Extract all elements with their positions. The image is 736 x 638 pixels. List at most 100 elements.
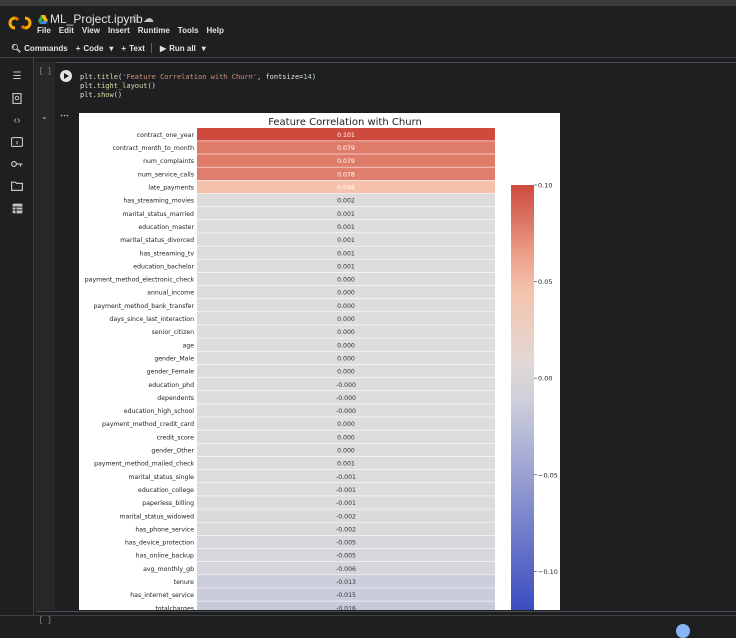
cell-value: -0.002 bbox=[336, 513, 356, 520]
chevron-down-icon[interactable]: ▾ bbox=[109, 44, 113, 53]
cell-value: 0.001 bbox=[337, 211, 355, 218]
cell-value: 0.001 bbox=[337, 461, 355, 468]
commands-label: Commands bbox=[24, 43, 68, 53]
menu-edit[interactable]: Edit bbox=[59, 26, 74, 35]
cell-value: -0.001 bbox=[336, 474, 356, 481]
svg-text:x: x bbox=[16, 141, 19, 147]
colorbar-tick-label: −0.10 bbox=[538, 568, 558, 576]
cell-value: 0.000 bbox=[337, 316, 355, 323]
row-label: education_high_school bbox=[124, 408, 194, 415]
text-label: Text bbox=[129, 43, 145, 53]
row-label: education_college bbox=[138, 487, 194, 494]
cell-value: 0.000 bbox=[337, 434, 355, 441]
heatmap-chart: Feature Correlation with Churn contract_o… bbox=[85, 117, 558, 610]
cell-value: 0.101 bbox=[337, 132, 355, 139]
cell-value: 0.001 bbox=[337, 263, 355, 270]
menu-help[interactable]: Help bbox=[207, 26, 224, 35]
row-label: has_streaming_movies bbox=[123, 198, 194, 205]
files-icon[interactable] bbox=[11, 180, 23, 192]
row-label: age bbox=[182, 342, 194, 349]
cell-value: 0.001 bbox=[337, 237, 355, 244]
row-label: num_complaints bbox=[143, 158, 194, 165]
cell-value: 0.000 bbox=[337, 303, 355, 310]
row-label: marital_status_divorced bbox=[120, 237, 194, 244]
cell-value: -0.016 bbox=[336, 605, 356, 610]
cell-value: 0.002 bbox=[337, 198, 355, 205]
colorbar-tick-label: −0.05 bbox=[538, 471, 558, 479]
commands-button[interactable]: 🔍︎ Commands bbox=[11, 44, 68, 53]
add-code-button[interactable]: + Code ▾ bbox=[76, 44, 114, 53]
menu-tools[interactable]: Tools bbox=[178, 26, 199, 35]
play-icon bbox=[64, 73, 69, 79]
menu-runtime[interactable]: Runtime bbox=[138, 26, 170, 35]
terminal-icon[interactable] bbox=[11, 202, 23, 214]
row-label: gender_Male bbox=[154, 355, 194, 362]
notebook-title[interactable]: ML_Project.ipynb bbox=[50, 12, 143, 26]
cell-value: -0.001 bbox=[336, 500, 356, 507]
colorbar bbox=[511, 185, 534, 610]
variables-icon[interactable]: x bbox=[11, 136, 23, 148]
play-icon: ▶ bbox=[159, 43, 167, 53]
row-label: education_master bbox=[138, 224, 194, 231]
find-icon[interactable] bbox=[11, 92, 23, 104]
chart-title: Feature Correlation with Churn bbox=[268, 117, 422, 128]
row-label: education_bachelor bbox=[133, 263, 194, 270]
cell-value: 0.000 bbox=[337, 369, 355, 376]
run-all-button[interactable]: ▶ Run all ▾ bbox=[160, 44, 206, 53]
output-menu-icon[interactable]: ⋯ bbox=[60, 110, 69, 121]
code-editor[interactable]: plt.title('Feature Correlation with Chur… bbox=[80, 73, 316, 100]
cell-value: 0.000 bbox=[337, 329, 355, 336]
bottom-bar bbox=[0, 615, 736, 635]
star-icon[interactable]: ☆ bbox=[130, 12, 140, 26]
code-line-1: plt.title('Feature Correlation with Chur… bbox=[80, 73, 317, 81]
run-cell-button[interactable] bbox=[60, 70, 72, 82]
row-label: num_service_calls bbox=[138, 171, 194, 178]
code-label: Code bbox=[83, 43, 104, 53]
row-label: payment_method_credit_card bbox=[102, 421, 194, 428]
menu-file[interactable]: File bbox=[37, 26, 51, 35]
cell-value: -0.000 bbox=[336, 395, 356, 402]
notebook-toolbar: 🔍︎ Commands + Code ▾ + Text ▶ Run all ▾ bbox=[0, 40, 736, 56]
code-line-2: plt.tight_layout() bbox=[80, 82, 156, 90]
header-divider bbox=[0, 57, 736, 58]
next-cell-bracket: [ ] bbox=[39, 617, 52, 625]
cloud-saved-icon[interactable]: ☁ bbox=[143, 12, 154, 26]
cell-value: 0.001 bbox=[337, 250, 355, 257]
scroll-to-top-button[interactable] bbox=[676, 624, 690, 638]
cell-value: -0.005 bbox=[336, 540, 356, 547]
row-label: totalcharges bbox=[155, 605, 194, 610]
row-label: payment_method_bank_transfer bbox=[94, 303, 195, 310]
row-label: marital_status_widowed bbox=[119, 513, 194, 520]
row-label: education_phd bbox=[148, 382, 194, 389]
cell-value: -0.002 bbox=[336, 526, 356, 533]
row-label: dependents bbox=[157, 395, 194, 402]
execution-count: [ ] bbox=[39, 68, 52, 76]
row-label: marital_status_married bbox=[123, 211, 195, 218]
cell-value: -0.001 bbox=[336, 487, 356, 494]
table-of-contents-icon[interactable]: ☰ bbox=[11, 70, 23, 82]
code-snippets-icon[interactable]: ‹› bbox=[11, 114, 23, 126]
cell-value: 0.079 bbox=[337, 158, 355, 165]
row-label: has_online_backup bbox=[136, 553, 194, 560]
notebook-header: ML_Project.ipynb ☆ ☁ File Edit View Inse… bbox=[0, 6, 736, 40]
secrets-icon[interactable] bbox=[11, 158, 23, 170]
cell-value: 0.048 bbox=[337, 185, 355, 192]
cell-value: -0.006 bbox=[336, 566, 356, 573]
cell-value: -0.000 bbox=[336, 408, 356, 415]
menu-view[interactable]: View bbox=[82, 26, 100, 35]
cell-value: 0.079 bbox=[337, 145, 355, 152]
menu-bar: File Edit View Insert Runtime Tools Help bbox=[37, 26, 224, 35]
colorbar-tick-label: 0.00 bbox=[538, 375, 552, 383]
cell-value: 0.000 bbox=[337, 290, 355, 297]
row-label: marital_status_single bbox=[128, 474, 194, 481]
cell-value: -0.015 bbox=[336, 592, 356, 599]
chevron-down-icon[interactable]: ▾ bbox=[202, 44, 206, 53]
colab-logo-icon[interactable] bbox=[8, 15, 32, 31]
menu-insert[interactable]: Insert bbox=[108, 26, 130, 35]
row-label: late_payments bbox=[148, 185, 194, 192]
sidebar-divider bbox=[33, 58, 34, 634]
drive-icon bbox=[38, 15, 48, 24]
add-text-button[interactable]: + Text bbox=[121, 44, 145, 53]
collapse-output-icon[interactable]: ⌄ bbox=[41, 112, 48, 121]
toolbar-divider bbox=[150, 43, 152, 53]
